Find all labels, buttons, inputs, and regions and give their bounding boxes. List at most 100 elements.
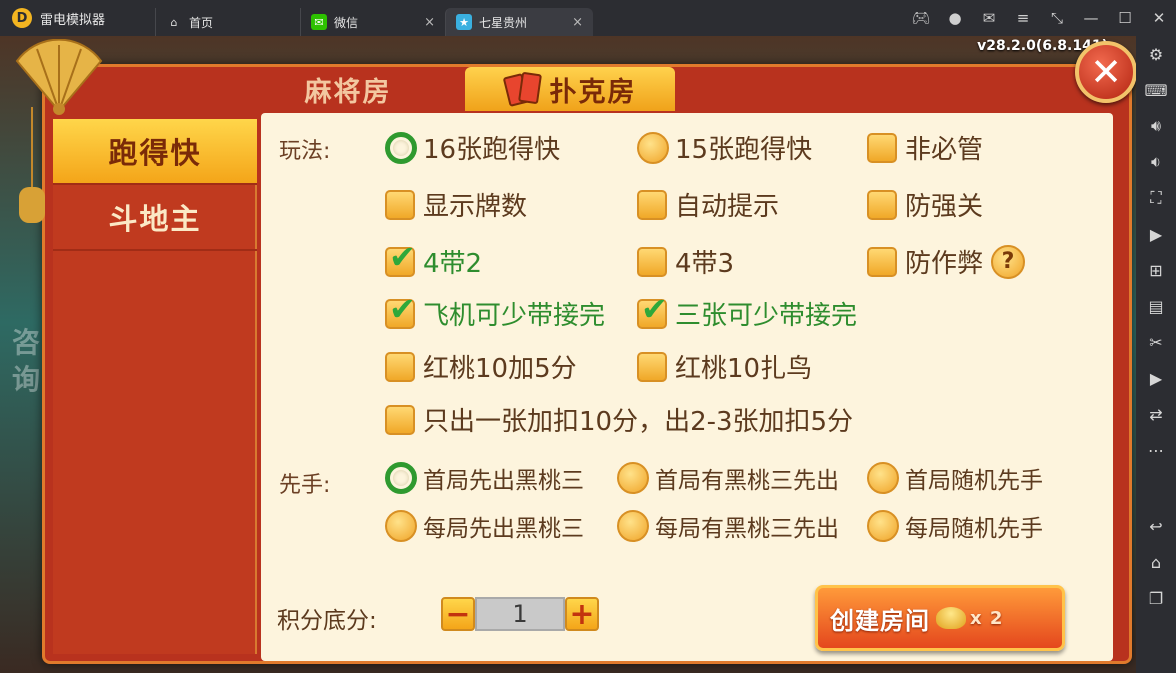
option-label: 首局有黑桃三先出 [655,468,839,494]
option-four-with-two[interactable]: ✔ 4带2 [385,241,482,280]
record-icon[interactable]: ▶ [1136,216,1176,252]
fullscreen-icon[interactable]: ⛶ [1136,180,1176,216]
option-label: 非必管 [905,135,984,165]
option-label: 每局随机先手 [905,516,1043,542]
tab-game-close-icon[interactable]: × [572,15,583,30]
radio-icon [617,510,649,542]
option-heart-ten-plus-five[interactable]: 红桃10加5分 [385,348,577,385]
base-score-value: 1 [475,597,565,631]
video-icon[interactable]: ▶ [1136,360,1176,396]
apk-icon[interactable]: ▤ [1136,288,1176,324]
radio-selected-icon [385,462,417,494]
radio-icon [617,462,649,494]
radio-icon [385,510,417,542]
scissors-icon[interactable]: ✂ [1136,324,1176,360]
create-room-button[interactable]: 创建房间 x 2 [815,585,1065,651]
option-four-with-three[interactable]: 4带3 [637,243,734,280]
mail-icon[interactable]: ✉ [972,0,1006,36]
tab-mahjong-room[interactable]: 麻将房 [273,67,423,111]
tab-home[interactable]: ⌂ 首页 [155,8,300,36]
first-round-spade-three[interactable]: 首局先出黑桃三 [385,461,584,495]
option-label: 首局随机先手 [905,468,1043,494]
minimize-icon[interactable]: — [1074,0,1108,36]
option-label: 防作弊 [905,249,984,279]
option-anti-cheat[interactable]: 防作弊 ? [867,243,1026,280]
base-score-stepper: − 1 + [441,597,599,632]
first-hand-label: 先手: [279,473,331,498]
option-label: 三张可少带接完 [675,301,858,331]
close-icon[interactable]: ✕ [1142,0,1176,36]
volume-up-icon[interactable]: 🔊︎ [1136,108,1176,144]
checkbox-icon [637,189,667,220]
tab-game[interactable]: ★ 七星贵州 × [445,8,593,36]
background-text: 询 [12,363,41,396]
lantern-string [31,107,33,189]
option-label: 4带3 [675,249,735,279]
option-label: 红桃10加5分 [423,354,577,384]
menu-icon[interactable]: ≡ [1006,0,1040,36]
back-icon[interactable]: ↩ [1136,508,1176,544]
option-triple-less-attach[interactable]: ✔ 三张可少带接完 [637,293,858,332]
fan-decoration-icon [15,39,103,115]
rules-panel: 玩法: 16张跑得快 15张跑得快 非必管 显示牌数 自动提示 防强关 ✔ 4带… [261,113,1113,661]
option-single-card-penalty[interactable]: 只出一张加扣10分，出2-3张加扣5分 [385,401,853,438]
option-label: 防强关 [905,192,984,222]
keyboard-icon[interactable]: ⌨ [1136,72,1176,108]
more-icon[interactable]: ⋯ [1136,432,1176,468]
option-auto-hint[interactable]: 自动提示 [637,186,779,223]
account-icon[interactable]: ● [938,0,972,36]
emulator-titlebar: D 雷电模拟器 ⌂ 首页 ✉ 微信 × ★ 七星贵州 × 🎮︎ ● ✉ ≡ ⤡ … [0,0,1176,36]
game-type-doudizhu[interactable]: 斗地主 [53,185,257,251]
gamepad-icon[interactable]: 🎮︎ [904,0,938,36]
lantern-icon [19,187,45,223]
radio-icon [867,462,899,494]
every-round-has-spade-three[interactable]: 每局有黑桃三先出 [617,509,839,543]
settings-icon[interactable]: ⚙ [1136,36,1176,72]
option-label: 16张跑得快 [423,135,561,165]
window-controls: 🎮︎ ● ✉ ≡ ⤡ — ☐ ✕ [904,0,1176,36]
first-round-has-spade-three[interactable]: 首局有黑桃三先出 [617,461,839,495]
option-anti-force-close[interactable]: 防强关 [867,186,983,223]
option-label: 飞机可少带接完 [423,301,606,331]
tab-wechat-close-icon[interactable]: × [424,15,435,30]
option-plane-less-attach[interactable]: ✔ 飞机可少带接完 [385,293,606,332]
game-icon: ★ [456,14,472,30]
first-round-random[interactable]: 首局随机先手 [867,461,1043,495]
radio-icon [867,510,899,542]
minus-button[interactable]: − [441,597,475,632]
checkbox-icon [637,246,667,277]
sync-icon[interactable]: ⇄ [1136,396,1176,432]
home-icon[interactable]: ⌂ [1136,544,1176,580]
option-15-cards[interactable]: 15张跑得快 [637,129,812,166]
tab-wechat-label: 微信 [334,15,359,30]
option-label: 首局先出黑桃三 [423,468,584,494]
wechat-icon: ✉ [311,14,327,30]
tab-poker-room[interactable]: 扑克房 [465,67,675,111]
option-show-card-count[interactable]: 显示牌数 [385,186,527,223]
maximize-icon[interactable]: ☐ [1108,0,1142,36]
plus-button[interactable]: + [565,597,599,632]
every-round-spade-three[interactable]: 每局先出黑桃三 [385,509,584,543]
checkbox-icon [385,351,415,382]
playing-cards-icon [502,71,544,107]
recent-icon[interactable]: ❐ [1136,580,1176,616]
every-round-random[interactable]: 每局随机先手 [867,509,1043,543]
checkbox-icon [867,189,897,220]
checkbox-checked-icon: ✔ [385,241,416,277]
option-16-cards[interactable]: 16张跑得快 [385,129,560,166]
help-icon[interactable]: ? [991,244,1026,279]
option-not-must-beat[interactable]: 非必管 [867,129,983,166]
app-name: 雷电模拟器 [40,12,106,28]
game-type-paodekuai[interactable]: 跑得快 [53,119,257,185]
close-button[interactable]: ✕ [1075,41,1136,103]
add-icon[interactable]: ⊞ [1136,252,1176,288]
home-icon: ⌂ [170,15,178,29]
shrink-icon[interactable]: ⤡ [1040,0,1074,36]
option-label: 自动提示 [675,192,780,222]
option-label: 只出一张加扣10分，出2-3张加扣5分 [423,407,854,437]
tab-wechat[interactable]: ✉ 微信 × [300,8,445,36]
volume-down-icon[interactable]: 🔉︎ [1136,144,1176,180]
option-heart-ten-bird[interactable]: 红桃10扎鸟 [637,348,812,385]
ldplayer-logo-icon: D [12,8,32,28]
play-label: 玩法: [279,139,331,164]
